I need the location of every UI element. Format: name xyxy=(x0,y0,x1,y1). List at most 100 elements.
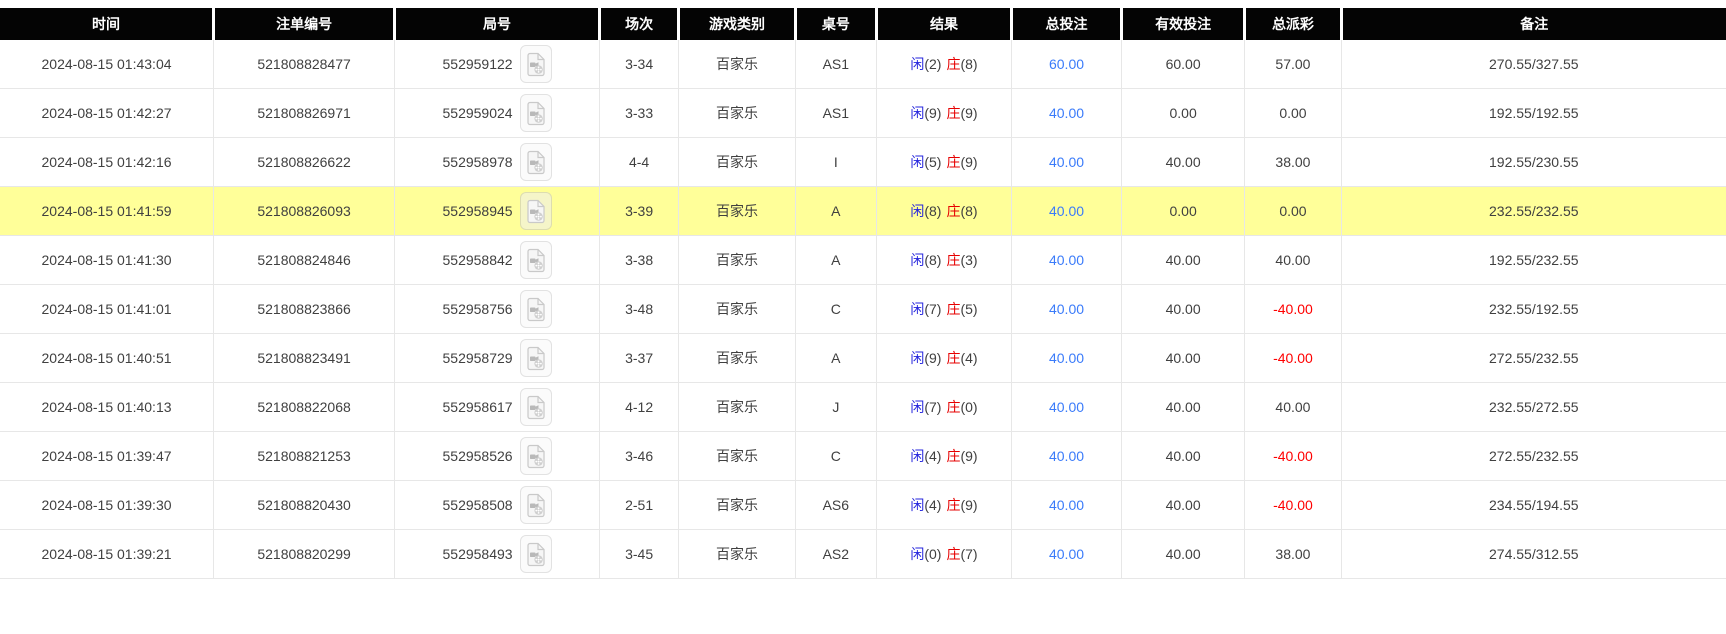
table-row[interactable]: 2024-08-15 01:40:13 521808822068 5529586… xyxy=(0,382,1726,432)
cell-session: 3-45 xyxy=(599,529,680,579)
video-file-icon xyxy=(526,444,545,468)
cell-result: 闲(8) 庄(8) xyxy=(876,186,1013,236)
cell-time: 2024-08-15 01:42:16 xyxy=(0,137,215,187)
cell-table-number: A xyxy=(795,235,877,285)
table-row[interactable]: 2024-08-15 01:41:01 521808823866 5529587… xyxy=(0,284,1726,334)
cell-game-type: 百家乐 xyxy=(678,529,796,579)
player-result-label: 闲 xyxy=(910,56,925,72)
cell-session: 3-48 xyxy=(599,284,680,334)
table-row[interactable]: 2024-08-15 01:39:21 521808820299 5529584… xyxy=(0,529,1726,579)
table-row[interactable]: 2024-08-15 01:41:59 521808826093 5529589… xyxy=(0,186,1726,236)
video-replay-button[interactable] xyxy=(519,143,552,181)
table-row[interactable]: 2024-08-15 01:42:27 521808826971 5529590… xyxy=(0,88,1726,138)
video-file-icon xyxy=(526,248,545,272)
video-file-icon xyxy=(526,101,545,125)
column-header-table_no: 桌号 xyxy=(793,8,877,40)
cell-session: 4-12 xyxy=(599,382,680,432)
cell-remark: 232.55/192.55 xyxy=(1341,284,1726,334)
video-file-icon xyxy=(526,542,545,566)
banker-result-score: (5) xyxy=(960,301,978,317)
cell-time: 2024-08-15 01:41:59 xyxy=(0,186,215,236)
column-header-result: 结果 xyxy=(874,8,1012,40)
column-header-remark: 备注 xyxy=(1339,8,1726,40)
video-replay-button[interactable] xyxy=(519,388,552,426)
cell-game-type: 百家乐 xyxy=(678,88,796,138)
video-replay-button[interactable] xyxy=(519,437,552,475)
cell-game-type: 百家乐 xyxy=(678,431,796,481)
video-replay-button[interactable] xyxy=(519,486,552,524)
cell-remark: 272.55/232.55 xyxy=(1341,333,1726,383)
table-row[interactable]: 2024-08-15 01:39:30 521808820430 5529585… xyxy=(0,480,1726,530)
player-result-score: (8) xyxy=(924,203,942,219)
banker-result-label: 庄 xyxy=(946,154,961,170)
column-header-bet_id: 注单编号 xyxy=(212,8,395,40)
column-header-payout: 总派彩 xyxy=(1243,8,1342,40)
banker-result-score: (8) xyxy=(960,203,978,219)
banker-result-score: (9) xyxy=(960,105,978,121)
cell-round: 552959024 xyxy=(394,88,600,138)
cell-total-payout: 0.00 xyxy=(1244,88,1342,138)
round-number: 552958729 xyxy=(442,350,513,366)
cell-total-payout: -40.00 xyxy=(1244,333,1342,383)
cell-bet-id: 521808820299 xyxy=(213,529,396,579)
video-replay-button[interactable] xyxy=(519,339,552,377)
table-row[interactable]: 2024-08-15 01:41:30 521808824846 5529588… xyxy=(0,235,1726,285)
video-replay-button[interactable] xyxy=(519,45,552,83)
cell-round: 552958729 xyxy=(394,333,600,383)
table-body: 2024-08-15 01:43:04 521808828477 5529591… xyxy=(0,40,1726,579)
cell-session: 2-51 xyxy=(599,480,680,530)
table-header-row: 时间 注单编号 局号 场次 游戏类别 桌号 结果 总投注 有效投注 总派彩 备注 xyxy=(0,8,1726,40)
cell-time: 2024-08-15 01:39:30 xyxy=(0,480,215,530)
cell-total-payout: -40.00 xyxy=(1244,284,1342,334)
video-replay-button[interactable] xyxy=(519,241,552,279)
player-result-score: (9) xyxy=(924,105,942,121)
cell-valid-bet: 40.00 xyxy=(1121,235,1246,285)
round-number: 552959024 xyxy=(442,105,513,121)
table-row[interactable]: 2024-08-15 01:39:47 521808821253 5529585… xyxy=(0,431,1726,481)
banker-result-label: 庄 xyxy=(946,497,961,513)
video-file-icon xyxy=(526,395,545,419)
cell-table-number: AS2 xyxy=(795,529,877,579)
cell-bet-id: 521808826093 xyxy=(213,186,396,236)
cell-bet-id: 521808824846 xyxy=(213,235,396,285)
cell-total-payout: 40.00 xyxy=(1244,235,1342,285)
cell-session: 3-34 xyxy=(599,40,680,89)
cell-valid-bet: 0.00 xyxy=(1121,88,1246,138)
cell-result: 闲(7) 庄(0) xyxy=(876,382,1013,432)
video-replay-button[interactable] xyxy=(519,535,552,573)
cell-table-number: J xyxy=(795,382,877,432)
video-replay-button[interactable] xyxy=(519,192,552,230)
cell-valid-bet: 40.00 xyxy=(1121,529,1246,579)
table-row[interactable]: 2024-08-15 01:43:04 521808828477 5529591… xyxy=(0,40,1726,89)
cell-remark: 270.55/327.55 xyxy=(1341,40,1726,89)
cell-total-bet: 40.00 xyxy=(1011,284,1122,334)
cell-bet-id: 521808823491 xyxy=(213,333,396,383)
cell-result: 闲(0) 庄(7) xyxy=(876,529,1013,579)
cell-game-type: 百家乐 xyxy=(678,186,796,236)
banker-result-label: 庄 xyxy=(946,203,961,219)
bet-records-table: 时间 注单编号 局号 场次 游戏类别 桌号 结果 总投注 有效投注 总派彩 备注… xyxy=(0,8,1726,579)
cell-total-bet: 40.00 xyxy=(1011,137,1122,187)
cell-total-payout: 38.00 xyxy=(1244,529,1342,579)
banker-result-label: 庄 xyxy=(946,448,961,464)
banker-result-score: (7) xyxy=(960,546,978,562)
cell-table-number: C xyxy=(795,284,877,334)
cell-bet-id: 521808822068 xyxy=(213,382,396,432)
cell-time: 2024-08-15 01:40:51 xyxy=(0,333,215,383)
table-row[interactable]: 2024-08-15 01:42:16 521808826622 5529589… xyxy=(0,137,1726,187)
cell-remark: 192.55/230.55 xyxy=(1341,137,1726,187)
video-replay-button[interactable] xyxy=(519,94,552,132)
player-result-score: (7) xyxy=(924,399,942,415)
player-result-score: (4) xyxy=(924,497,942,513)
video-file-icon xyxy=(526,199,545,223)
player-result-label: 闲 xyxy=(910,350,925,366)
round-number: 552958842 xyxy=(442,252,513,268)
cell-result: 闲(9) 庄(9) xyxy=(876,88,1013,138)
table-row[interactable]: 2024-08-15 01:40:51 521808823491 5529587… xyxy=(0,333,1726,383)
video-replay-button[interactable] xyxy=(519,290,552,328)
cell-table-number: I xyxy=(795,137,877,187)
cell-round: 552958493 xyxy=(394,529,600,579)
round-number: 552959122 xyxy=(442,56,513,72)
round-number: 552958493 xyxy=(442,546,513,562)
cell-session: 3-33 xyxy=(599,88,680,138)
